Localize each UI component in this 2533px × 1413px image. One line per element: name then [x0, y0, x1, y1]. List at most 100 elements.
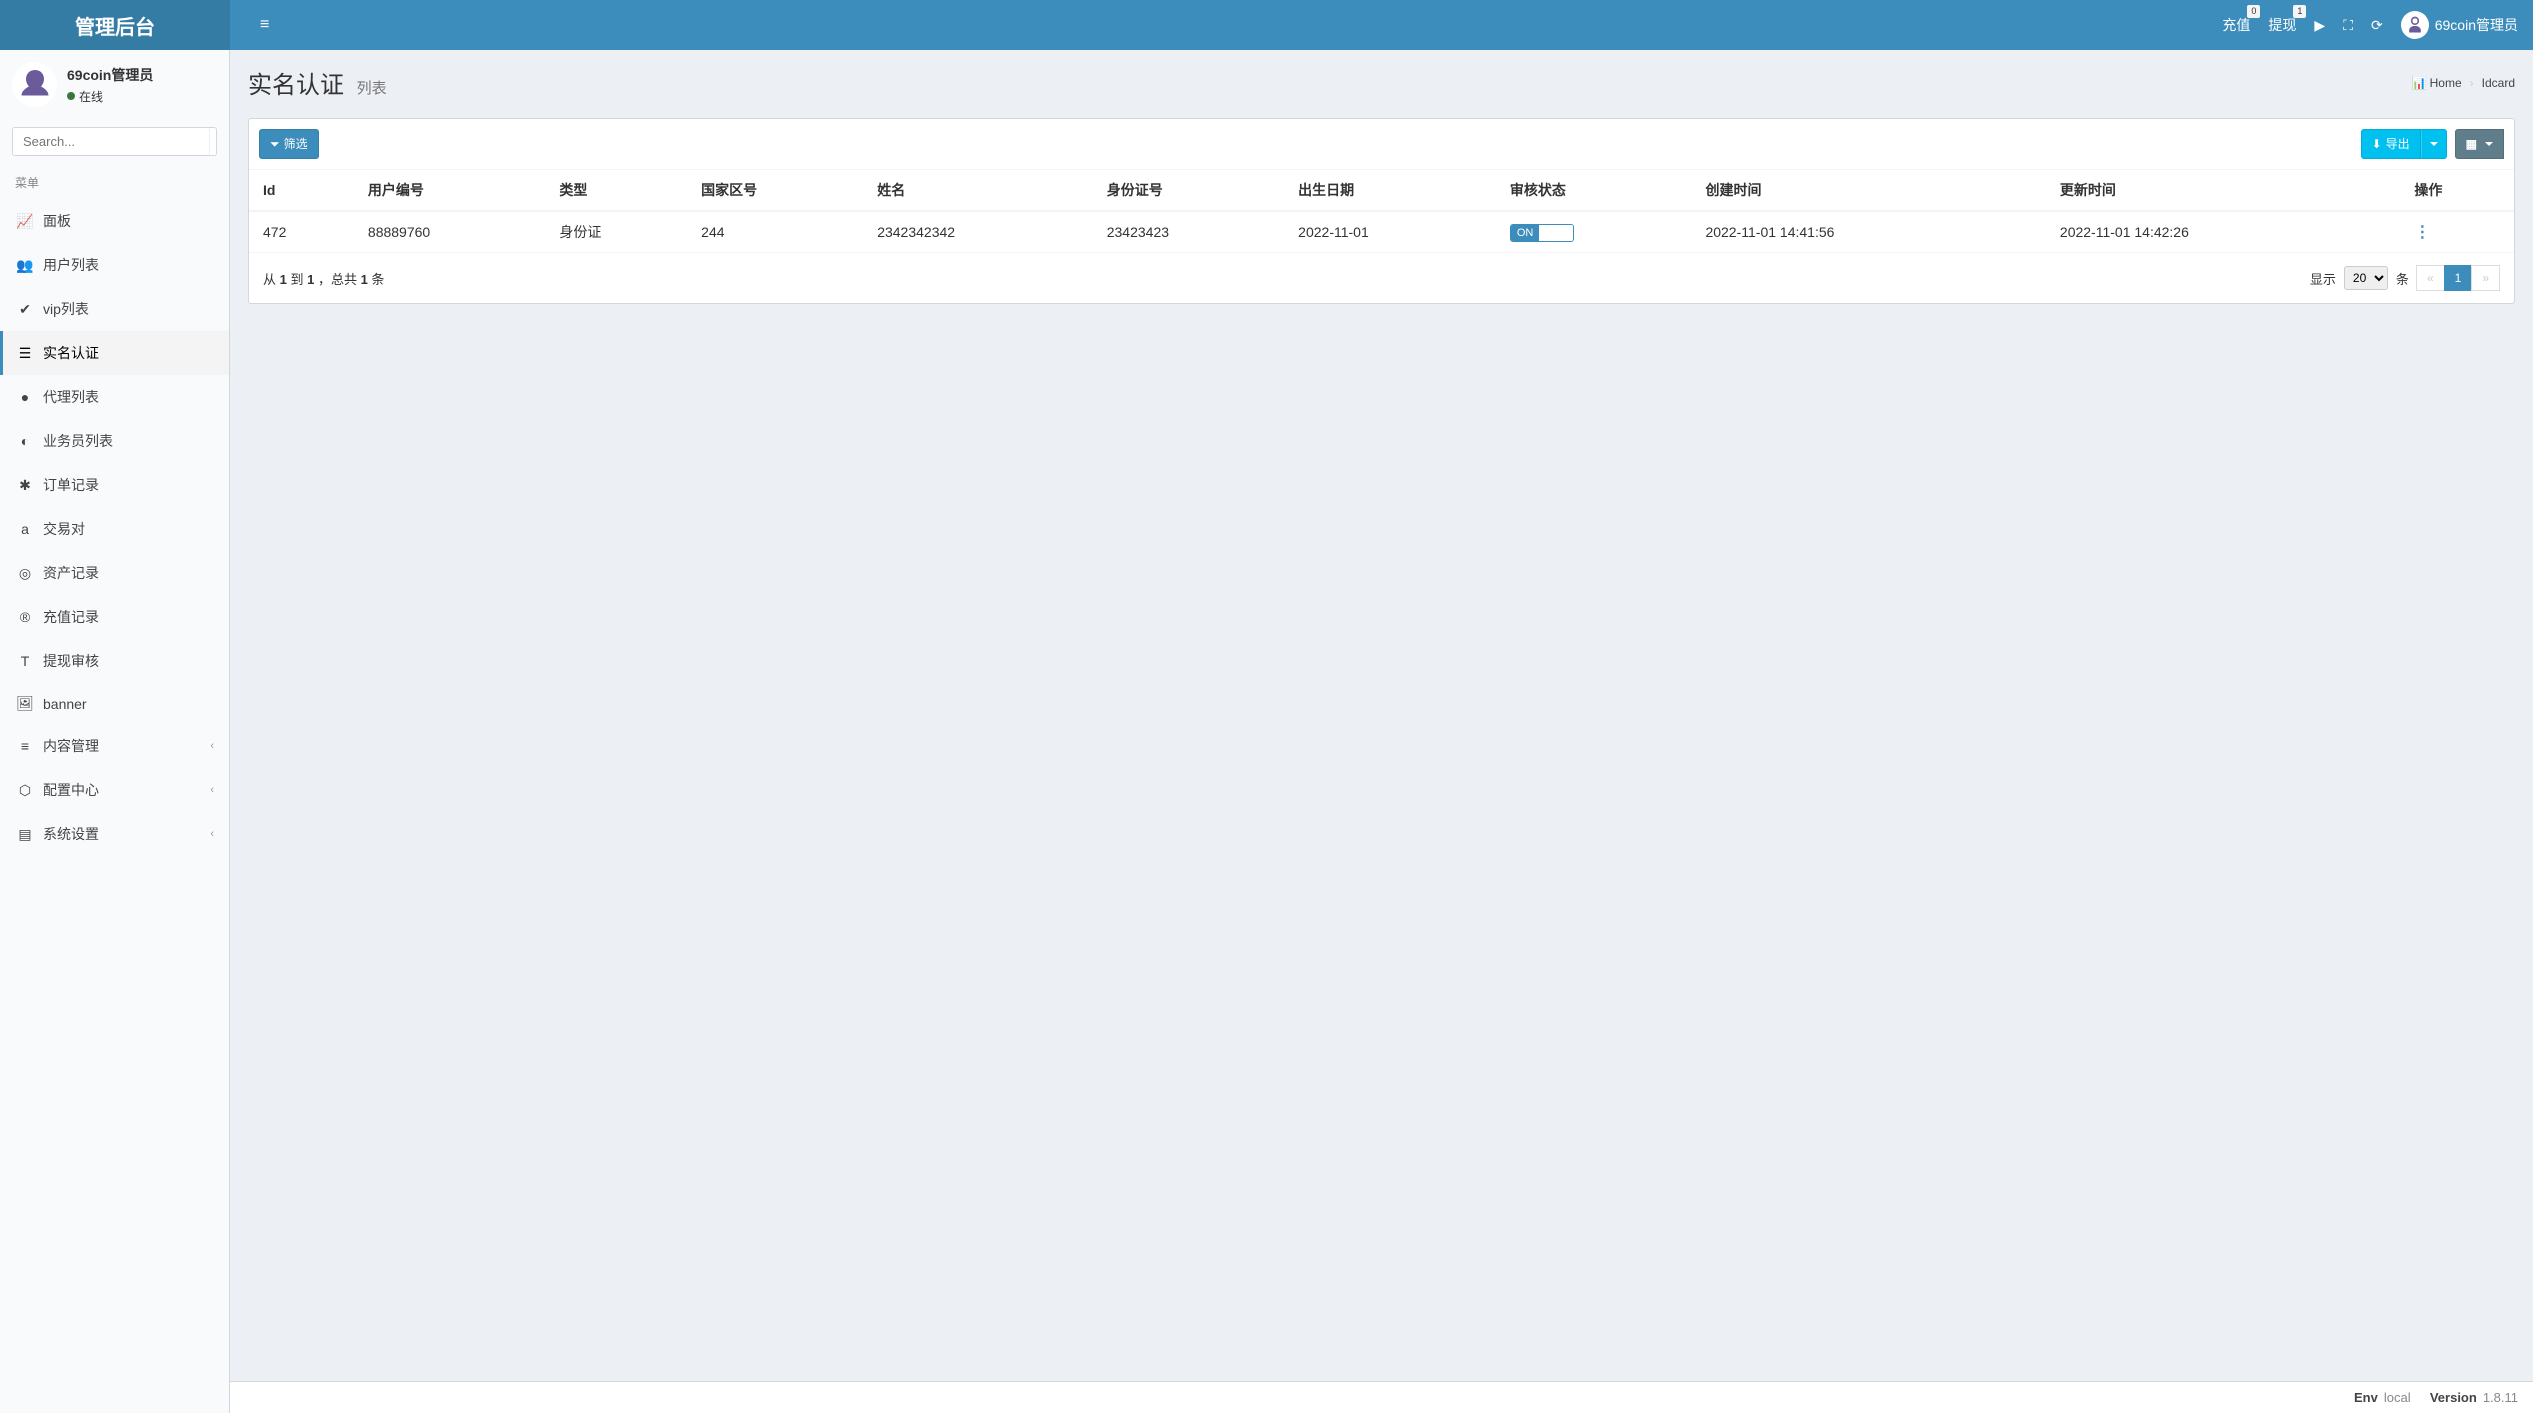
filter-button[interactable]: ⏷ 筛选 — [259, 129, 319, 159]
menu-icon: ≡ — [15, 738, 35, 754]
search-button[interactable]: 🔍 — [209, 128, 217, 155]
menu-icon: 🖼 — [15, 695, 35, 712]
table-cell: 2342342342 — [869, 211, 1099, 252]
search-input[interactable] — [13, 128, 209, 155]
sidebar-search: 🔍 — [0, 119, 229, 164]
menu-icon: ® — [15, 609, 35, 625]
sidebar-user-status: 在线 — [67, 88, 153, 105]
sidebar-item-label: 用户列表 — [43, 255, 99, 275]
recharge-badge: 0 — [2247, 5, 2260, 18]
export-button[interactable]: ⬇ 导出 — [2361, 129, 2421, 159]
filter-icon: ⏷ — [270, 135, 280, 153]
sidebar-item-label: 业务员列表 — [43, 431, 113, 451]
withdraw-label: 提现 — [2268, 15, 2296, 35]
table-cell: 2022-11-01 14:41:56 — [1697, 211, 2051, 252]
sidebar-item-5[interactable]: ◐ 业务员列表 — [0, 419, 229, 463]
breadcrumb-current: Idcard — [2482, 76, 2515, 90]
breadcrumb-home[interactable]: 📊 Home — [2412, 76, 2462, 90]
table-header-cell[interactable]: 身份证号 — [1099, 170, 1290, 211]
navbar-right: 充值 0 提现 1 ▶ ⛶ ⟳ 69coin管理员 — [2222, 11, 2518, 39]
table-header-cell[interactable]: 操作 — [2406, 170, 2514, 211]
box-footer: 从 1 到 1 ，总共 1 条 显示 20 条 « 1 » — [249, 252, 2514, 303]
menu-icon: ◐ — [15, 433, 35, 449]
pagination-prev[interactable]: « — [2416, 265, 2445, 291]
table-header-cell[interactable]: 创建时间 — [1697, 170, 2051, 211]
user-menu[interactable]: 69coin管理员 — [2401, 11, 2518, 39]
sidebar-item-1[interactable]: 👥用户列表 — [0, 243, 229, 287]
table-cell: 身份证 — [551, 211, 693, 252]
table-cell: 23423423 — [1099, 211, 1290, 252]
table-header-cell[interactable]: 类型 — [551, 170, 693, 211]
sidebar-item-8[interactable]: ◎资产记录 — [0, 551, 229, 595]
sidebar-item-13[interactable]: ⬡ 配置中心 ‹ — [0, 768, 229, 812]
box-header: ⏷ 筛选 ⬇ 导出 — [249, 119, 2514, 170]
table-header-cell[interactable]: Id — [249, 170, 360, 211]
sidebar-item-label: 配置中心 — [43, 780, 99, 800]
sidebar-item-14[interactable]: ▤系统设置‹ — [0, 812, 229, 856]
sidebar-item-0[interactable]: 📈面板 — [0, 199, 229, 243]
menu-icon: 📈 — [15, 213, 35, 230]
sidebar-toggle-button[interactable]: ≡ — [245, 1, 284, 49]
sidebar-item-11[interactable]: 🖼 banner — [0, 683, 229, 724]
caret-down-icon — [2430, 142, 2438, 146]
recharge-label: 充值 — [2222, 15, 2250, 35]
table-header-cell[interactable]: 出生日期 — [1290, 170, 1502, 211]
sidebar-avatar — [12, 62, 57, 107]
unit-label: 条 — [2396, 269, 2409, 288]
page-size-select[interactable]: 20 — [2344, 266, 2388, 290]
show-label: 显示 — [2310, 269, 2336, 288]
table-row: 47288889760身份证2442342342342234234232022-… — [249, 211, 2514, 252]
sidebar-item-6[interactable]: ✱订单记录 — [0, 463, 229, 507]
sidebar-item-label: 提现审核 — [43, 651, 99, 671]
play-icon[interactable]: ▶ — [2314, 17, 2325, 34]
fullscreen-icon[interactable]: ⛶ — [2343, 17, 2353, 34]
status-cell: ON — [1502, 211, 1698, 252]
withdraw-link[interactable]: 提现 1 — [2268, 15, 2296, 35]
sidebar-item-3[interactable]: ☰实名认证 — [0, 331, 229, 375]
recharge-link[interactable]: 充值 0 — [2222, 15, 2250, 35]
footer-version-label: Version — [2430, 1390, 2477, 1405]
columns-group: ▦ — [2455, 129, 2504, 159]
columns-button[interactable]: ▦ — [2455, 129, 2504, 159]
sidebar-item-label: banner — [43, 696, 87, 712]
more-actions-icon[interactable]: ⋮ — [2414, 222, 2430, 242]
pagination: « 1 » — [2417, 265, 2500, 291]
sidebar-user-name: 69coin管理员 — [67, 65, 153, 85]
pagination-controls: 显示 20 条 « 1 » — [2310, 265, 2500, 291]
sidebar-item-2[interactable]: ✔vip列表 — [0, 287, 229, 331]
table-header-cell[interactable]: 用户编号 — [360, 170, 551, 211]
sidebar-item-12[interactable]: ≡内容管理‹ — [0, 724, 229, 768]
data-box: ⏷ 筛选 ⬇ 导出 — [248, 118, 2515, 304]
sidebar-item-4[interactable]: ● 代理列表 — [0, 375, 229, 419]
table-header-cell[interactable]: 姓名 — [869, 170, 1099, 211]
export-group: ⬇ 导出 — [2361, 129, 2447, 159]
menu-icon: ◎ — [15, 565, 35, 582]
dashboard-icon: 📊 — [2412, 76, 2427, 90]
main-sidebar: 69coin管理员 在线 🔍 菜单 📈面板👥用户列表✔vip列表☰实名认证●代理… — [0, 50, 230, 1413]
pagination-next[interactable]: » — [2471, 265, 2500, 291]
content-wrapper: 实名认证 列表 📊 Home › Idcard ⏷ 筛选 — [230, 50, 2533, 1413]
pagination-page-1[interactable]: 1 — [2444, 265, 2473, 291]
sidebar-item-9[interactable]: ® 充值记录 — [0, 595, 229, 639]
export-dropdown-toggle[interactable] — [2421, 129, 2447, 159]
sidebar-item-7[interactable]: a交易对 — [0, 507, 229, 551]
sidebar-item-10[interactable]: T 提现审核 — [0, 639, 229, 683]
breadcrumb: 📊 Home › Idcard — [2412, 76, 2515, 90]
status-toggle[interactable]: ON — [1510, 224, 1574, 242]
menu-icon: ⬡ — [15, 782, 35, 799]
sidebar-item-label: 系统设置 — [43, 824, 99, 844]
switch-on-label: ON — [1511, 225, 1540, 241]
refresh-icon[interactable]: ⟳ — [2371, 17, 2383, 34]
chevron-left-icon: ‹ — [210, 784, 214, 796]
sidebar-item-label: 充值记录 — [43, 607, 99, 627]
table-header-cell[interactable]: 审核状态 — [1502, 170, 1698, 211]
table-header-cell[interactable]: 国家区号 — [693, 170, 869, 211]
online-status-dot-icon — [67, 92, 75, 100]
menu-icon: T — [15, 653, 35, 669]
footer-env-value: local — [2384, 1390, 2411, 1405]
menu-icon: ● — [15, 389, 35, 405]
brand-logo[interactable]: 管理后台 — [0, 0, 230, 50]
sidebar-item-label: 代理列表 — [43, 387, 99, 407]
table-header-row: Id用户编号类型国家区号姓名身份证号出生日期审核状态创建时间更新时间操作 — [249, 170, 2514, 211]
table-header-cell[interactable]: 更新时间 — [2052, 170, 2406, 211]
